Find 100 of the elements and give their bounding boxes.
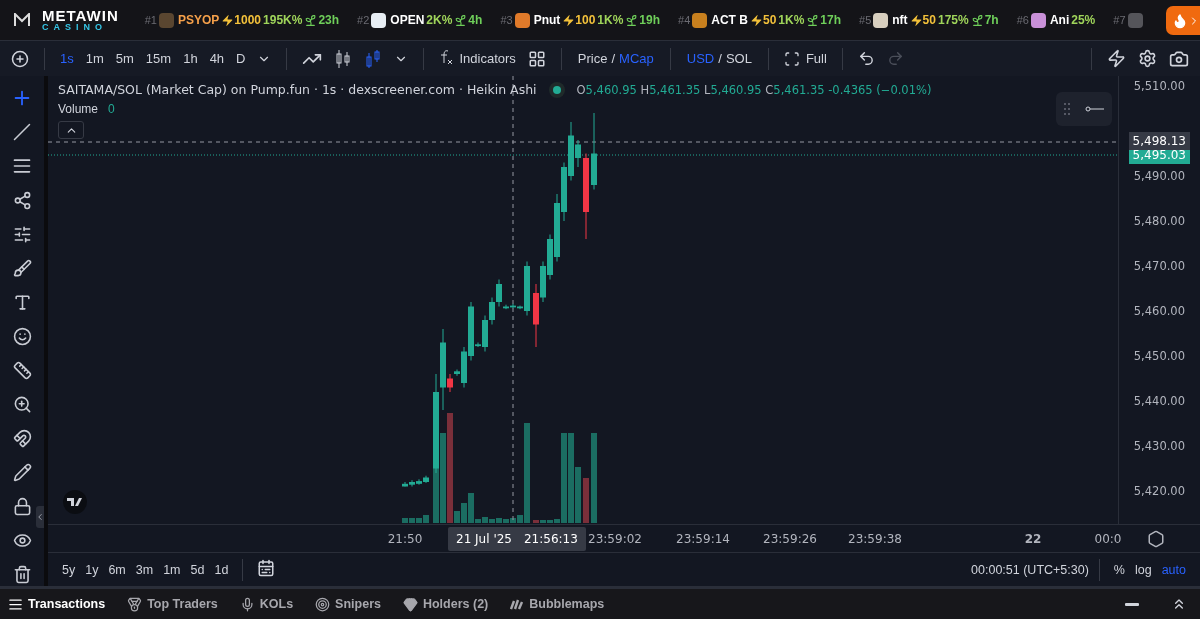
crosshair-price-label: 5,498.13 <box>1128 132 1190 150</box>
time-tick: 00:0 <box>1094 532 1122 546</box>
range-button[interactable]: 5y <box>58 559 80 580</box>
interval-button[interactable]: 4h <box>204 47 230 70</box>
panel-tab[interactable]: KOLs <box>239 596 294 612</box>
volume-label: Volume <box>58 102 99 116</box>
scale-option[interactable]: log <box>1130 559 1156 580</box>
change-value: 2K% <box>426 13 453 27</box>
price-tick: 5,460.00 <box>1133 304 1185 318</box>
horizontal-line-tool-icon[interactable] <box>1085 105 1105 113</box>
toggle-separator: / <box>718 51 722 66</box>
lightning-icon <box>562 13 576 27</box>
time-tick: 23:59:02 <box>588 532 642 546</box>
range-button[interactable]: 1d <box>210 559 233 580</box>
token-name[interactable]: OPEN <box>390 13 425 27</box>
sprout-icon <box>970 13 984 27</box>
age-value: 4h <box>468 13 483 27</box>
change-value: 1K% <box>778 13 805 27</box>
range-button[interactable]: 1y <box>81 559 103 580</box>
panel-tab[interactable]: Transactions <box>8 596 106 612</box>
ohlc-values: O5,460.95 H5,461.35 L5,460.95 C5,461.35 -0.4365 (−0.01%) <box>576 82 932 97</box>
token-name[interactable]: Ani <box>1049 13 1070 27</box>
change-value: 25% <box>1071 13 1096 27</box>
collapse-sidebar-button[interactable] <box>36 506 44 528</box>
timezone-label[interactable]: 00:00:51 (UTC+5:30) <box>971 562 1089 577</box>
interval-button[interactable]: 1h <box>178 47 203 70</box>
age-value: 7h <box>984 13 999 27</box>
minus-icon <box>1125 602 1139 606</box>
token-name[interactable]: nft <box>892 13 908 27</box>
scale-option[interactable]: % <box>1109 559 1129 580</box>
interval-button[interactable]: D <box>231 47 251 70</box>
scale-option[interactable]: auto <box>1157 559 1190 580</box>
sprout-icon <box>454 13 468 27</box>
logo-icon <box>60 490 90 514</box>
interval-button[interactable]: 1m <box>80 47 109 70</box>
currency-option[interactable]: USD <box>686 51 715 66</box>
panel-tab[interactable]: Snipers <box>315 596 381 612</box>
rank-label: #7 <box>1113 14 1126 26</box>
token-icon[interactable] <box>692 12 708 28</box>
range-button[interactable]: 6m <box>104 559 130 580</box>
price-tick: 5,470.00 <box>1133 259 1185 273</box>
interval-button[interactable]: 5m <box>110 47 139 70</box>
status-dot <box>552 85 561 94</box>
crosshair-time-label: 21 Jul '25 21:56:13 <box>448 527 586 551</box>
time-tick: 23:59:14 <box>676 532 730 546</box>
price-tick: 5,480.00 <box>1133 214 1185 228</box>
frame-icon <box>783 50 800 67</box>
volume-bar <box>583 478 589 523</box>
panel-tab[interactable]: Top Traders <box>127 596 218 612</box>
indicators-button[interactable]: Indicators <box>434 44 521 73</box>
boost-value: 50 <box>922 13 936 27</box>
time-tick: 23:59:26 <box>763 532 817 546</box>
panel-tab[interactable]: Bubblemaps <box>510 597 605 611</box>
currency-option[interactable]: SOL <box>725 51 752 66</box>
microphone-icon <box>239 596 255 612</box>
token-icon[interactable] <box>1030 12 1046 28</box>
range-button[interactable]: 3m <box>131 559 158 580</box>
collapse-legend-button[interactable] <box>58 121 84 139</box>
token-icon[interactable] <box>873 12 889 28</box>
fullscreen-button[interactable]: Full <box>778 46 832 71</box>
boost-value: 100 <box>575 13 596 27</box>
gem-icon <box>402 596 418 612</box>
calendar-icon <box>257 559 276 577</box>
range-button[interactable]: 1m <box>159 559 185 580</box>
change-value: 175% <box>937 13 969 27</box>
interval-button[interactable]: 15m <box>140 47 177 70</box>
rank-label: #1 <box>144 14 157 26</box>
rank-label: #3 <box>500 14 513 26</box>
logo-icon <box>14 13 30 27</box>
interval-button[interactable]: 1s <box>55 47 79 70</box>
settings-icon[interactable] <box>1146 529 1165 548</box>
rank-label: #5 <box>859 14 872 26</box>
bars-icon <box>510 598 525 610</box>
drag-handle-icon[interactable] <box>1063 102 1071 116</box>
price-tick: 5,450.00 <box>1133 349 1185 363</box>
lightning-icon <box>1107 49 1126 68</box>
medal-icon <box>127 596 143 612</box>
trending-button[interactable] <box>1166 6 1200 35</box>
chart-title: SAITAMA/SOL (Market Cap) on Pump.fun · 1s · dexscreener.com · Heikin Ashi <box>58 82 537 97</box>
toggle-separator: / <box>611 51 616 66</box>
token-icon[interactable] <box>371 12 387 28</box>
boost-value: 1000 <box>234 13 262 27</box>
price-tick: 5,490.00 <box>1133 169 1185 183</box>
sprout-icon <box>304 13 318 27</box>
token-name[interactable]: Pnut <box>533 13 561 27</box>
function-icon <box>439 48 454 65</box>
undo-icon <box>857 50 875 67</box>
panel-tab[interactable]: Holders (2) <box>402 596 489 612</box>
price-mode-option[interactable]: MCap <box>619 51 654 66</box>
price-mode-option[interactable]: Price <box>577 51 608 66</box>
token-name[interactable]: PSYOP <box>177 13 220 27</box>
chevron-left-icon <box>35 512 44 522</box>
rank-label: #6 <box>1016 14 1029 26</box>
age-value: 19h <box>639 13 661 27</box>
token-icon[interactable] <box>514 12 530 28</box>
volume-value: 0 <box>108 102 115 116</box>
token-name[interactable]: ACT B <box>711 13 748 27</box>
flame-icon <box>1172 12 1188 29</box>
time-tick: 23:59:38 <box>848 532 902 546</box>
range-button[interactable]: 5d <box>186 559 209 580</box>
